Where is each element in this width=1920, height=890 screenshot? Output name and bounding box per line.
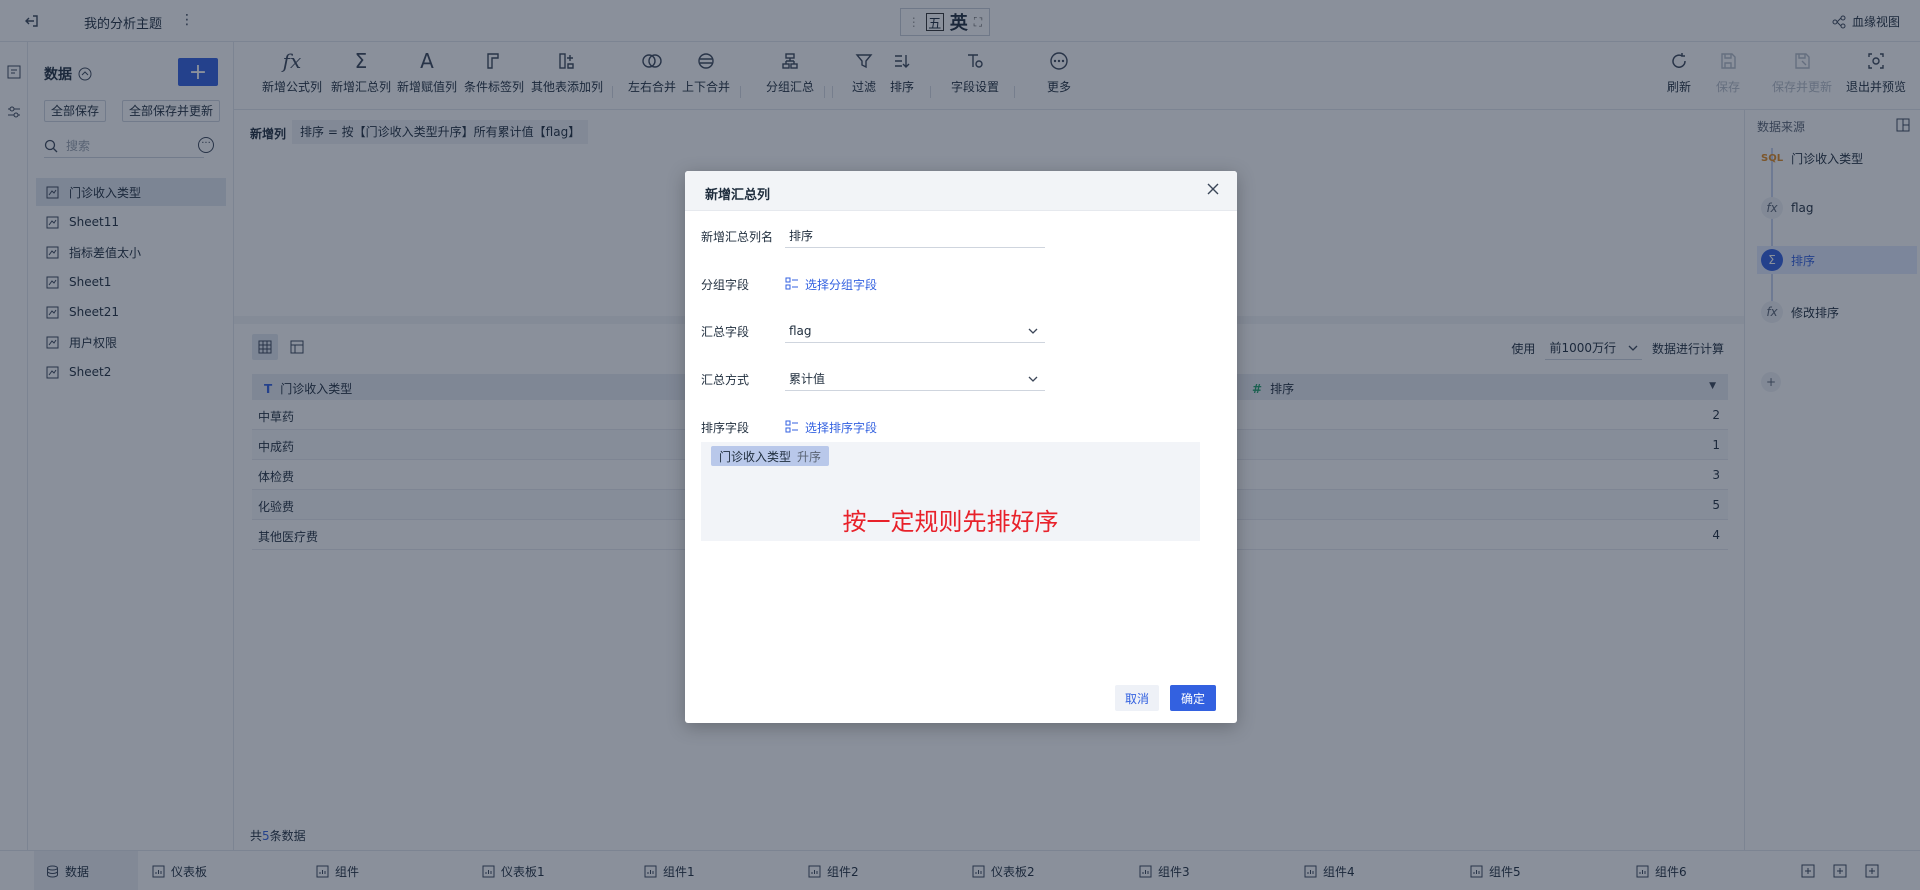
sort-chip-order[interactable]: 升序 — [797, 448, 821, 465]
cancel-button[interactable]: 取消 — [1115, 685, 1159, 711]
agg-method-value: 累计值 — [789, 372, 826, 386]
select-group-field-label: 选择分组字段 — [805, 277, 878, 292]
sort-label: 排序字段 — [701, 420, 750, 435]
select-sort-field-label: 选择排序字段 — [805, 420, 878, 435]
add-summary-column-dialog: 新增汇总列 新增汇总列名 排序 分组字段 选择分组字段 汇总字段 flag 汇总… — [685, 171, 1237, 723]
name-label: 新增汇总列名 — [701, 229, 774, 244]
confirm-button[interactable]: 确定 — [1170, 685, 1216, 711]
chevron-down-icon — [1028, 376, 1038, 382]
sort-row: 排序字段 选择排序字段 — [701, 415, 877, 439]
dialog-title: 新增汇总列 — [705, 188, 771, 203]
group-label: 分组字段 — [701, 277, 750, 292]
select-sort-field-link[interactable]: 选择排序字段 — [785, 419, 877, 436]
dialog-header: 新增汇总列 — [685, 171, 1237, 211]
agg-method-select[interactable]: 累计值 — [785, 367, 1045, 391]
agg-method-label: 汇总方式 — [701, 372, 750, 387]
agg-field-label: 汇总字段 — [701, 324, 750, 339]
chevron-down-icon — [1028, 328, 1038, 334]
name-row: 新增汇总列名 排序 — [701, 224, 1045, 248]
agg-method-row: 汇总方式 累计值 — [701, 367, 1045, 391]
select-group-field-link[interactable]: 选择分组字段 — [785, 276, 877, 293]
agg-field-row: 汇总字段 flag — [701, 319, 1045, 343]
field-select-icon — [785, 420, 798, 433]
field-select-icon — [785, 277, 798, 290]
close-icon[interactable] — [1205, 181, 1221, 197]
agg-field-select[interactable]: flag — [785, 319, 1045, 343]
sort-field-box: 门诊收入类型 升序 按一定规则先排好序 — [701, 442, 1200, 541]
annotation-note: 按一定规则先排好序 — [842, 508, 1059, 536]
sort-chip-field: 门诊收入类型 — [719, 449, 792, 464]
agg-field-value: flag — [789, 323, 812, 338]
name-input[interactable]: 排序 — [785, 224, 1045, 248]
group-row: 分组字段 选择分组字段 — [701, 272, 877, 296]
sort-field-chip[interactable]: 门诊收入类型 升序 — [711, 446, 830, 466]
